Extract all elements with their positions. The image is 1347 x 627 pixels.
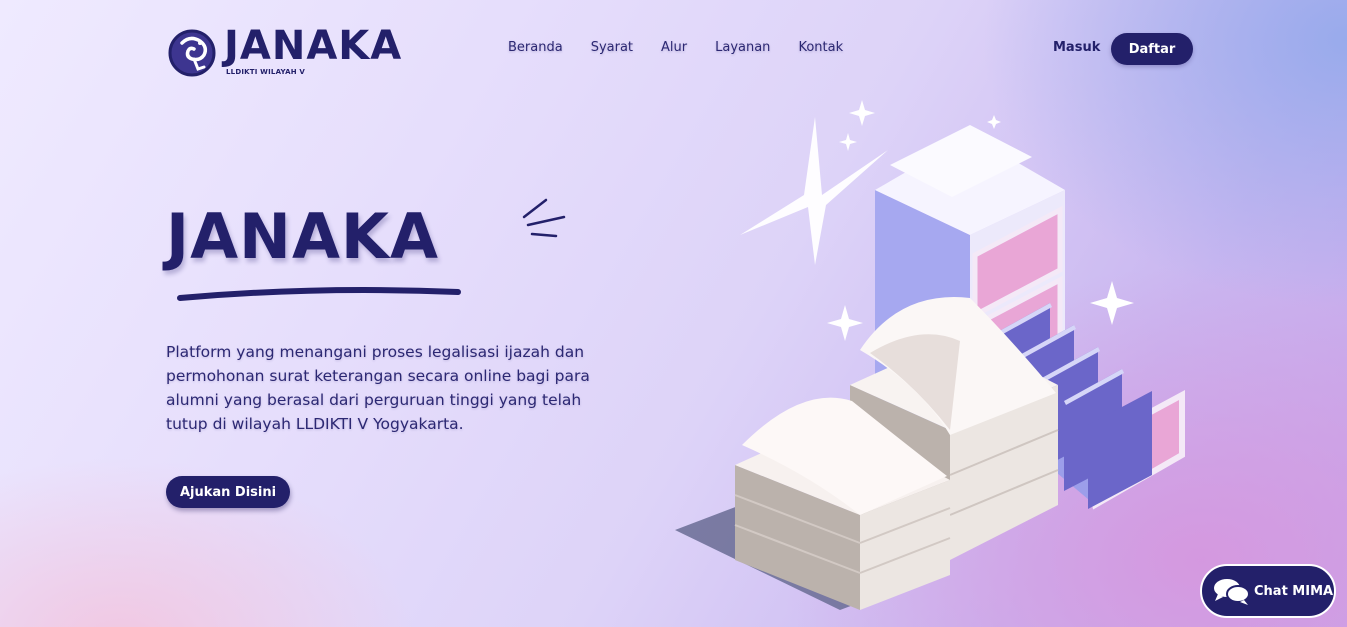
chat-mima-button[interactable]: Chat MIMA [1200,564,1336,618]
chat-mima-label: Chat MIMA [1254,583,1334,599]
site-header: JANAKA LLDIKTI WILAYAH V Beranda Syarat … [0,0,1347,98]
main-nav: Beranda Syarat Alur Layanan Kontak [508,40,871,55]
chat-bubbles-icon [1214,579,1250,605]
decor-dashes-icon [522,198,566,238]
title-underline [177,287,461,301]
register-button[interactable]: Daftar [1111,33,1193,65]
hero-description: Platform yang menangani proses legalisas… [166,343,590,433]
nav-item-layanan[interactable]: Layanan [715,40,770,55]
documents-illustration [675,100,1185,610]
nav-item-beranda[interactable]: Beranda [508,40,563,55]
nav-item-alur[interactable]: Alur [661,40,687,55]
logo-text: JANAKA [224,23,403,69]
logo-subtitle: LLDIKTI WILAYAH V [226,68,306,76]
login-link[interactable]: Masuk [1053,40,1100,55]
apply-button[interactable]: Ajukan Disini [166,476,290,508]
hero-title: JANAKA [166,200,439,273]
logo-mark-icon [168,29,216,77]
nav-item-kontak[interactable]: Kontak [798,40,843,55]
brand-logo[interactable]: JANAKA LLDIKTI WILAYAH V [168,23,408,79]
nav-item-syarat[interactable]: Syarat [591,40,633,55]
